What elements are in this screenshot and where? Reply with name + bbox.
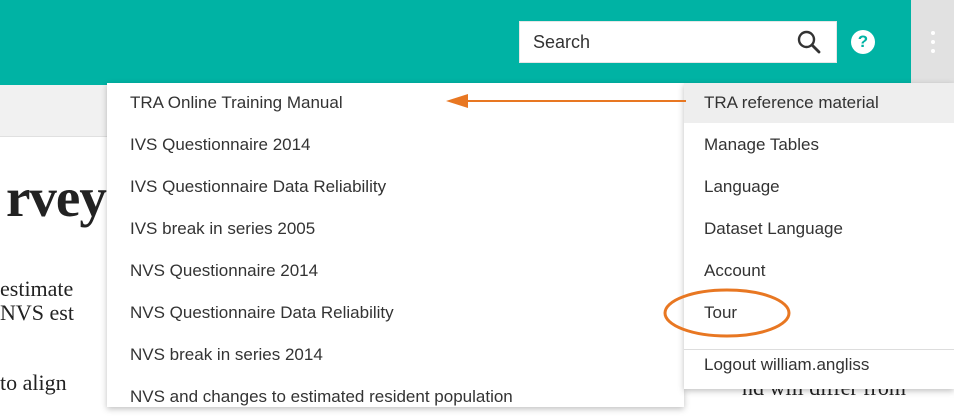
submenu-item-nvs-questionnaire-data-reliability[interactable]: NVS Questionnaire Data Reliability (130, 293, 394, 333)
submenu-item-ivs-questionnaire-2014[interactable]: IVS Questionnaire 2014 (130, 125, 311, 165)
page-title: rvey (6, 167, 107, 228)
body-text-line: estimate (0, 276, 74, 301)
menu-item-tour[interactable]: Tour (684, 293, 954, 333)
menu-item-logout[interactable]: Logout william.angliss (684, 345, 954, 385)
menu-item-account[interactable]: Account (684, 251, 954, 291)
submenu-item-nvs-estimated-resident-population[interactable]: NVS and changes to estimated resident po… (130, 377, 513, 417)
search-input[interactable] (520, 22, 788, 62)
search-box (519, 21, 837, 63)
menu-item-tra-reference-material[interactable]: TRA reference material (684, 83, 954, 123)
submenu-item-nvs-questionnaire-2014[interactable]: NVS Questionnaire 2014 (130, 251, 318, 291)
body-text-line: to align (0, 370, 67, 395)
more-menu-button[interactable] (911, 0, 954, 85)
menu-item-dataset-language[interactable]: Dataset Language (684, 209, 954, 249)
body-text-line: NVS est (0, 300, 74, 325)
reference-material-submenu: TRA Online Training Manual IVS Questionn… (107, 83, 684, 407)
more-menu-dropdown: TRA reference material Manage Tables Lan… (684, 83, 954, 389)
menu-item-manage-tables[interactable]: Manage Tables (684, 125, 954, 165)
help-icon[interactable]: ? (851, 30, 875, 54)
search-icon[interactable] (796, 29, 822, 55)
submenu-item-tra-online-training-manual[interactable]: TRA Online Training Manual (130, 83, 343, 123)
menu-item-language[interactable]: Language (684, 167, 954, 207)
submenu-item-ivs-break-in-series-2005[interactable]: IVS break in series 2005 (130, 209, 315, 249)
submenu-item-ivs-questionnaire-data-reliability[interactable]: IVS Questionnaire Data Reliability (130, 167, 386, 207)
submenu-item-nvs-break-in-series-2014[interactable]: NVS break in series 2014 (130, 335, 323, 375)
more-vertical-icon (931, 31, 935, 53)
top-toolbar: ? (0, 0, 954, 85)
